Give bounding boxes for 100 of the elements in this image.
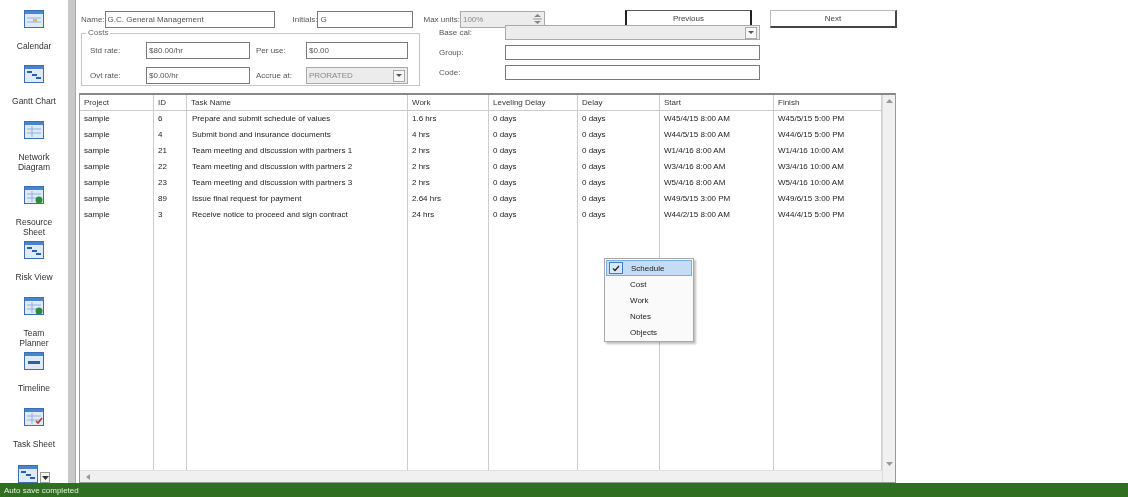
cost-label: Std rate: bbox=[90, 46, 122, 55]
column-header[interactable]: ID bbox=[154, 95, 187, 111]
table-cell: Team meeting and discussion with partners 2 bbox=[187, 159, 408, 175]
table-cell: W5/4/16 8:00 AM bbox=[660, 175, 774, 191]
table-cell: 24 hrs bbox=[408, 207, 489, 223]
initials-label: Initials: bbox=[292, 14, 318, 24]
table-cell: W1/4/16 8:00 AM bbox=[660, 143, 774, 159]
table-cell: 6 bbox=[154, 111, 187, 127]
view-button[interactable]: Resource Sheet bbox=[2, 186, 66, 242]
column-header[interactable]: Project bbox=[80, 95, 154, 111]
max-units-label: Max units: bbox=[423, 14, 460, 24]
gantt-chart-icon bbox=[24, 65, 44, 84]
menu-item[interactable]: Work bbox=[606, 292, 692, 308]
status-text: Auto save completed bbox=[4, 485, 79, 495]
table-cell: 0 days bbox=[489, 207, 578, 223]
table-cell: 89 bbox=[154, 191, 187, 207]
table-cell: W3/4/16 8:00 AM bbox=[660, 159, 774, 175]
table-cell: W49/5/15 3:00 PM bbox=[660, 191, 774, 207]
risk-view-icon bbox=[24, 241, 44, 260]
column-header[interactable]: Task Name bbox=[187, 95, 408, 111]
table-cell: W44/2/15 8:00 AM bbox=[660, 207, 774, 223]
table-cell: 22 bbox=[154, 159, 187, 175]
view-button[interactable]: Calendar bbox=[2, 10, 66, 66]
text-field[interactable] bbox=[505, 45, 760, 60]
spinner-arrows-icon bbox=[532, 12, 542, 26]
rate-field[interactable]: $80.00/hr bbox=[146, 42, 250, 59]
table-cell: sample bbox=[80, 207, 154, 223]
network-diagram-icon bbox=[24, 120, 44, 139]
gantt-chart-icon[interactable] bbox=[18, 465, 38, 483]
table-cell: 0 days bbox=[578, 175, 660, 191]
view-button[interactable]: Gantt Chart bbox=[2, 65, 66, 121]
view-button[interactable]: Network Diagram bbox=[2, 120, 66, 187]
table-cell: sample bbox=[80, 159, 154, 175]
detail-label: Code: bbox=[439, 68, 462, 77]
name-field[interactable]: G.C. General Management bbox=[104, 10, 275, 28]
scroll-left-icon bbox=[86, 473, 90, 480]
rate-field[interactable]: $0.00/hr bbox=[146, 67, 250, 84]
table-cell: 0 days bbox=[578, 143, 660, 159]
view-button[interactable]: Risk View bbox=[2, 241, 66, 297]
table-cell: 21 bbox=[154, 143, 187, 159]
name-label: Name: bbox=[81, 14, 105, 24]
cost-label: Accrue at: bbox=[256, 71, 293, 80]
scroll-up-icon bbox=[885, 99, 893, 103]
table-cell: 0 days bbox=[489, 127, 578, 143]
column-header[interactable]: Delay bbox=[578, 95, 660, 111]
table-cell: Team meeting and discussion with partners 3 bbox=[187, 175, 408, 191]
menu-item[interactable]: Cost bbox=[606, 276, 692, 292]
timeline-icon bbox=[24, 352, 44, 371]
table-cell: sample bbox=[80, 191, 154, 207]
menu-item[interactable]: Schedule bbox=[606, 260, 692, 276]
table-cell: 2 hrs bbox=[408, 159, 489, 175]
table-cell: 4 hrs bbox=[408, 127, 489, 143]
costs-title: Costs bbox=[86, 28, 111, 37]
detail-label: Base cal: bbox=[439, 28, 473, 37]
table-cell: 23 bbox=[154, 175, 187, 191]
table-cell: W44/5/15 8:00 AM bbox=[660, 127, 774, 143]
rate-field[interactable]: $0.00 bbox=[306, 42, 408, 59]
table-cell: W45/4/15 8:00 AM bbox=[660, 111, 774, 127]
table-cell: 0 days bbox=[578, 127, 660, 143]
column-header[interactable]: Leveling Delay bbox=[489, 95, 578, 111]
horizontal-scrollbar[interactable] bbox=[80, 470, 882, 482]
view-button[interactable]: Timeline bbox=[2, 352, 66, 408]
table-cell: sample bbox=[80, 175, 154, 191]
cost-label: Ovt rate: bbox=[90, 71, 122, 80]
table-cell: 1.6 hrs bbox=[408, 111, 489, 127]
task-sheet-icon bbox=[24, 407, 44, 426]
table-cell: Team meeting and discussion with partners 1 bbox=[187, 143, 408, 159]
view-button[interactable]: Task Sheet bbox=[2, 407, 66, 463]
detail-label: Group: bbox=[439, 48, 465, 57]
column-header[interactable]: Work bbox=[408, 95, 489, 111]
table-cell: 0 days bbox=[578, 111, 660, 127]
table-cell: 4 bbox=[154, 127, 187, 143]
next-button[interactable]: Next bbox=[769, 10, 897, 28]
table-cell: Prepare and submit schedule of values bbox=[187, 111, 408, 127]
calendar-icon bbox=[24, 10, 44, 28]
table-cell: 2.64 hrs bbox=[408, 191, 489, 207]
table-cell: 0 days bbox=[578, 159, 660, 175]
vertical-scrollbar[interactable] bbox=[882, 95, 895, 482]
table-cell: 2 hrs bbox=[408, 143, 489, 159]
table-cell: sample bbox=[80, 143, 154, 159]
table-cell: 0 days bbox=[489, 143, 578, 159]
menu-item[interactable]: Objects bbox=[606, 324, 692, 340]
text-field[interactable] bbox=[505, 65, 760, 80]
dropdown-button[interactable] bbox=[40, 472, 50, 483]
table-cell: 0 days bbox=[578, 207, 660, 223]
table-cell: 0 days bbox=[578, 191, 660, 207]
team-planner-icon bbox=[24, 296, 44, 315]
table-cell: 3 bbox=[154, 207, 187, 223]
menu-item[interactable]: Notes bbox=[606, 308, 692, 324]
initials-field[interactable]: G bbox=[317, 10, 414, 28]
column-header[interactable]: Start bbox=[660, 95, 774, 111]
table-cell: 2 hrs bbox=[408, 175, 489, 191]
resource-sheet-icon bbox=[24, 186, 44, 205]
table-cell: 0 days bbox=[489, 111, 578, 127]
scroll-down-icon bbox=[885, 462, 893, 466]
table-cell: Issue final request for payment bbox=[187, 191, 408, 207]
table-cell: Submit bond and insurance documents bbox=[187, 127, 408, 143]
cost-label: Per use: bbox=[256, 46, 287, 55]
view-button[interactable]: Team Planner bbox=[2, 296, 66, 353]
table-cell: 0 days bbox=[489, 159, 578, 175]
